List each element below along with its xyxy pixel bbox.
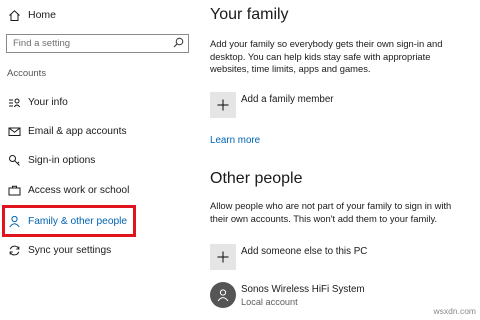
settings-sidebar: Home Find a setting Accounts Your info E… (0, 0, 198, 320)
account-type: Local account (241, 296, 298, 307)
add-family-member-label: Add a family member (241, 93, 334, 105)
account-name: Sonos Wireless HiFi System (241, 283, 365, 295)
sidebar-item-sign-in[interactable]: Sign-in options (7, 150, 187, 170)
sidebar-item-label: Your info (28, 96, 68, 108)
sidebar-item-label: Sign-in options (28, 154, 96, 166)
learn-more-link[interactable]: Learn more (210, 135, 260, 146)
avatar-icon (210, 282, 236, 308)
section-label-accounts: Accounts (7, 68, 47, 79)
family-description: Add your family so everybody gets their … (210, 38, 443, 74)
plus-icon (210, 92, 236, 118)
sidebar-item-email[interactable]: Email & app accounts (7, 121, 187, 141)
sync-icon (7, 243, 21, 257)
add-family-member-button[interactable]: Add a family member (210, 92, 334, 118)
home-nav-item[interactable]: Home (7, 6, 147, 24)
search-icon[interactable] (173, 35, 184, 53)
sidebar-item-work-school[interactable]: Access work or school (7, 180, 187, 200)
person-card-icon (7, 95, 21, 109)
other-people-heading: Other people (210, 170, 303, 187)
plus-icon (210, 244, 236, 270)
family-settings-page: Your family Add your family so everybody… (210, 0, 480, 320)
selection-highlight-box (2, 205, 136, 237)
sidebar-item-label: Sync your settings (28, 244, 112, 256)
search-placeholder: Find a setting (13, 38, 71, 49)
other-people-description: Allow people who are not part of your fa… (210, 200, 452, 224)
sidebar-item-sync[interactable]: Sync your settings (7, 240, 187, 260)
sidebar-item-your-info[interactable]: Your info (7, 92, 187, 112)
sidebar-item-label: Access work or school (28, 184, 130, 196)
account-list-item[interactable]: Sonos Wireless HiFi System Local account (210, 281, 365, 309)
account-text: Sonos Wireless HiFi System Local account (241, 284, 365, 307)
home-icon (7, 8, 21, 22)
add-other-person-button[interactable]: Add someone else to this PC (210, 244, 367, 270)
watermark: wsxdn.com (433, 306, 476, 316)
add-other-person-label: Add someone else to this PC (241, 245, 368, 257)
search-input[interactable]: Find a setting (6, 34, 189, 53)
briefcase-icon (7, 183, 21, 197)
your-family-heading: Your family (210, 6, 289, 23)
key-icon (7, 153, 21, 167)
mail-icon (7, 124, 21, 138)
sidebar-item-label: Email & app accounts (28, 125, 127, 137)
home-label: Home (28, 9, 57, 21)
